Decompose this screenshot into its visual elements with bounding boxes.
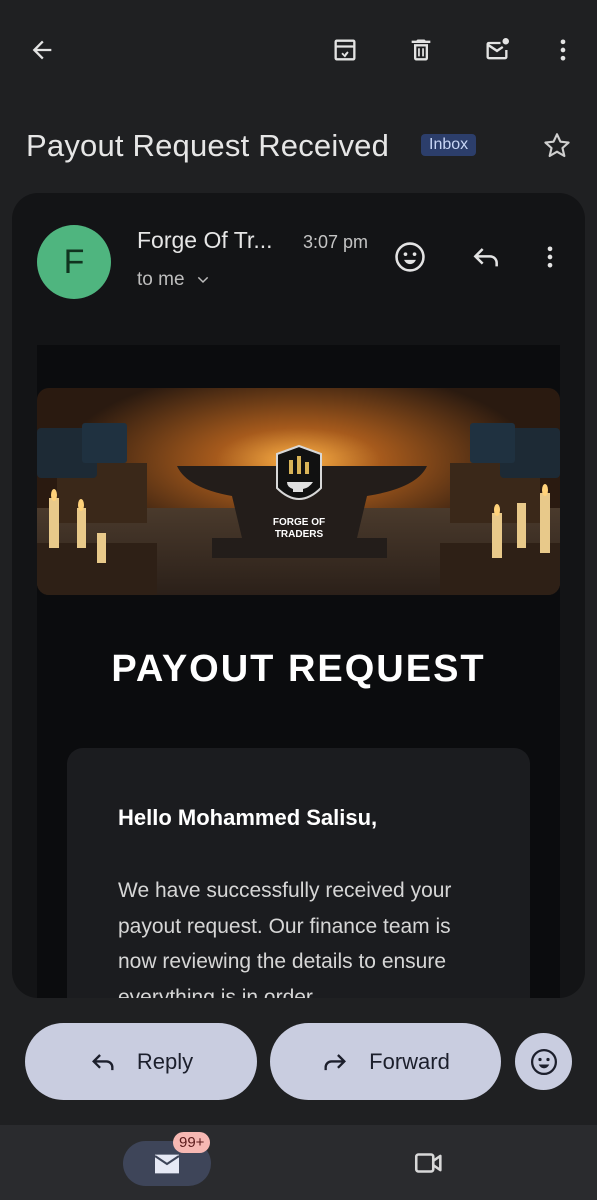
subject-row: Payout Request Received Inbox bbox=[26, 122, 577, 172]
action-bar: Reply Forward bbox=[0, 1023, 597, 1101]
more-vert-icon bbox=[560, 39, 566, 61]
archive-icon bbox=[334, 39, 356, 61]
logo-text-line2: TRADERS bbox=[275, 529, 324, 540]
logo-text-line1: FORGE OF bbox=[273, 517, 325, 528]
reply-icon-button[interactable] bbox=[462, 233, 510, 281]
add-reaction-button[interactable] bbox=[386, 233, 434, 281]
reply-button[interactable]: Reply bbox=[25, 1023, 257, 1100]
sender-avatar[interactable]: F bbox=[37, 225, 111, 299]
reply-label: Reply bbox=[136, 1048, 194, 1074]
star-icon bbox=[544, 133, 570, 158]
recipient-label: to me bbox=[137, 269, 185, 290]
video-camera-icon bbox=[414, 1153, 442, 1173]
message-text: We have successfully received your payou… bbox=[118, 879, 452, 998]
email-headline: PAYOUT REQUEST bbox=[111, 648, 486, 690]
top-toolbar bbox=[0, 0, 597, 100]
mark-unread-button[interactable] bbox=[473, 26, 521, 74]
more-vert-icon bbox=[547, 246, 553, 268]
archive-button[interactable] bbox=[321, 26, 369, 74]
forward-icon bbox=[324, 1053, 347, 1070]
mail-icon bbox=[154, 1154, 180, 1173]
bottom-navigation: 99+ bbox=[0, 1125, 597, 1200]
message-box: Hello Mohammed Salisu, We have successfu… bbox=[67, 748, 530, 998]
back-button[interactable] bbox=[18, 26, 66, 74]
email-subject: Payout Request Received bbox=[26, 128, 390, 163]
message-time: 3:07 pm bbox=[303, 232, 369, 252]
message-card: F Forge Of Tr... 3:07 pm to me FORGE OF … bbox=[12, 193, 585, 998]
mark-unread-icon bbox=[486, 37, 510, 60]
recipient-details[interactable]: to me bbox=[137, 269, 211, 291]
arrow-back-icon bbox=[32, 40, 52, 60]
forge-banner-image: FORGE OF TRADERS bbox=[37, 388, 560, 595]
delete-button[interactable] bbox=[397, 26, 445, 74]
emoji-icon bbox=[395, 242, 425, 272]
reaction-button[interactable] bbox=[515, 1033, 572, 1090]
reply-icon bbox=[91, 1053, 114, 1070]
more-options-button[interactable] bbox=[539, 26, 587, 74]
sender-name[interactable]: Forge Of Tr... bbox=[137, 227, 272, 254]
meet-tab[interactable] bbox=[405, 1143, 453, 1183]
reply-icon bbox=[473, 248, 498, 267]
forward-label: Forward bbox=[369, 1048, 450, 1074]
chevron-down-icon bbox=[197, 276, 208, 284]
greeting-text: Hello Mohammed Salisu, bbox=[118, 805, 378, 830]
star-button[interactable] bbox=[537, 126, 577, 166]
message-more-button[interactable] bbox=[526, 233, 574, 281]
trash-icon bbox=[411, 39, 431, 61]
emoji-icon bbox=[530, 1048, 557, 1075]
inbox-label-badge[interactable]: Inbox bbox=[421, 134, 477, 156]
email-body: FORGE OF TRADERS PAYOUT REQUEST Hello Mo… bbox=[37, 345, 560, 998]
unread-count-badge: 99+ bbox=[173, 1132, 211, 1153]
forward-button[interactable]: Forward bbox=[270, 1023, 501, 1100]
